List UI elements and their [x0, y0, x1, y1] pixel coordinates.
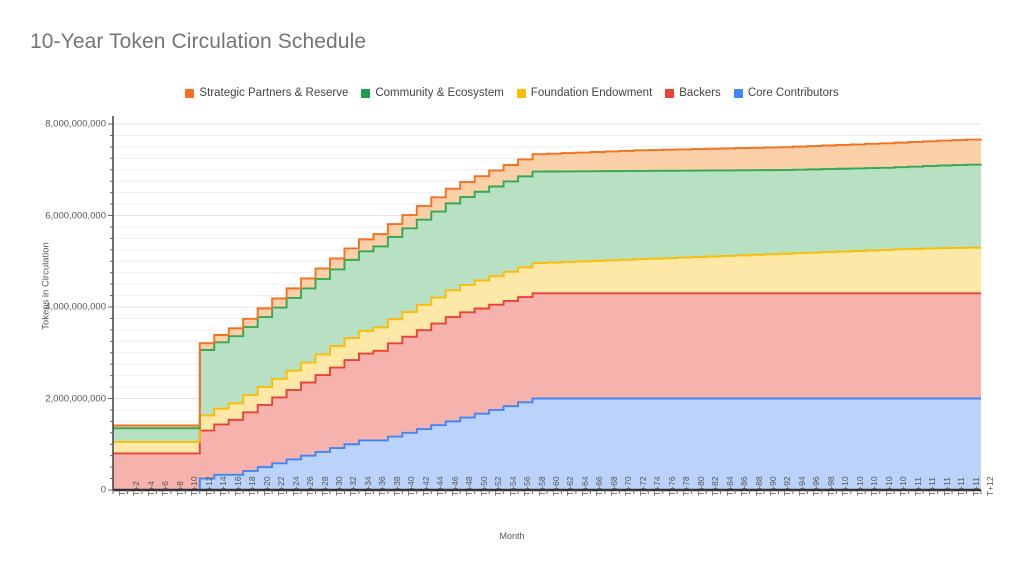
- x-tick-label: T+48: [464, 476, 475, 496]
- x-tick-label: T+54: [507, 476, 518, 496]
- x-tick-label: T+18: [247, 476, 258, 496]
- y-axis-title: Tokens in Circulation: [40, 241, 52, 330]
- x-axis-title: Month: [499, 531, 525, 541]
- x-tick-label: T+10: [883, 476, 894, 496]
- x-tick-label: T+8: [174, 481, 185, 496]
- x-tick-label: T+60: [551, 476, 561, 496]
- x-tick-label: T+98: [825, 476, 836, 496]
- x-tick-label: T+62: [565, 476, 576, 496]
- x-tick-label: T+2: [131, 481, 142, 496]
- x-tick-label: T+74: [652, 476, 663, 496]
- x-tick-label: T+12: [203, 476, 214, 496]
- x-tick-label: T+94: [796, 476, 807, 496]
- x-tick-label: T+80: [695, 476, 706, 496]
- x-tick-label: T+84: [724, 476, 735, 496]
- chart-container: 10-Year Token Circulation Schedule Strat…: [0, 0, 1024, 571]
- x-tick-label: T+40: [406, 476, 417, 496]
- y-tick-label: 8,000,000,000: [45, 118, 106, 130]
- x-tick-label: T+66: [594, 476, 605, 496]
- x-tick-label: T+82: [710, 476, 721, 496]
- x-tick-label: T+10: [854, 476, 865, 496]
- x-tick-label: T+11: [927, 477, 938, 496]
- x-tick-label: T+6: [160, 481, 171, 496]
- x-tick-label: T+10: [898, 476, 909, 496]
- x-tick-label: T+36: [377, 476, 388, 496]
- x-tick-label: T+52: [493, 476, 504, 496]
- x-tick-label: T+34: [362, 476, 373, 496]
- x-tick-label: T+88: [753, 476, 764, 496]
- x-tick-label: T+90: [768, 476, 778, 496]
- x-tick-label: T+30: [334, 476, 344, 496]
- x-tick-label: T: [117, 490, 127, 496]
- x-tick-label: T+4: [145, 481, 156, 496]
- x-tick-label: T+11: [956, 477, 967, 496]
- y-tick-label: 2,000,000,000: [45, 393, 106, 404]
- y-tick-label: 4,000,000,000: [45, 301, 106, 313]
- y-tick-label: 0: [100, 484, 106, 496]
- x-tick-label: T+32: [348, 476, 359, 496]
- x-tick-label: T+44: [435, 476, 446, 496]
- stacked-areas: [113, 139, 981, 490]
- x-tick-label: T+22: [276, 476, 287, 496]
- x-tick-label: T+10: [189, 476, 200, 496]
- x-tick-label: T+11: [941, 477, 952, 496]
- x-tick-label: T+16: [232, 476, 243, 496]
- x-tick-label: T+76: [666, 476, 677, 496]
- y-tick-label: 6,000,000,000: [45, 210, 106, 221]
- x-tick-label: T+72: [637, 476, 648, 496]
- x-tick-label: T+14: [218, 476, 229, 496]
- x-tick-label: T+58: [536, 476, 547, 496]
- x-tick-label: T+68: [608, 476, 619, 496]
- x-tick-label: T+50: [478, 476, 489, 496]
- x-tick-label: T+12: [985, 476, 995, 496]
- x-tick-label: T+96: [811, 476, 822, 496]
- x-tick-label: T+24: [290, 476, 301, 496]
- x-tick-label: T+86: [739, 476, 750, 496]
- x-tick-label: T+56: [522, 476, 533, 496]
- x-tick-label: T+42: [420, 476, 431, 496]
- plot-area: Tokens in Circulation Month 0 2,000,000,0…: [0, 0, 1024, 571]
- x-tick-label: T+10: [840, 476, 851, 496]
- x-tick-label: T+10: [869, 476, 880, 496]
- x-tick-label: T+38: [391, 476, 402, 496]
- x-tick-label: T+70: [623, 476, 634, 496]
- x-tick-label: T+28: [319, 476, 330, 496]
- x-tick-label: T+20: [261, 476, 272, 496]
- x-tick-label: T+92: [782, 476, 793, 496]
- x-tick-label: T+11: [970, 477, 981, 496]
- x-tick-label: T+64: [579, 476, 590, 496]
- x-tick-label: T+26: [305, 476, 316, 496]
- x-tick-label: T+46: [449, 476, 460, 496]
- x-tick-label: T+78: [681, 476, 692, 496]
- x-tick-label: T+11: [912, 477, 923, 496]
